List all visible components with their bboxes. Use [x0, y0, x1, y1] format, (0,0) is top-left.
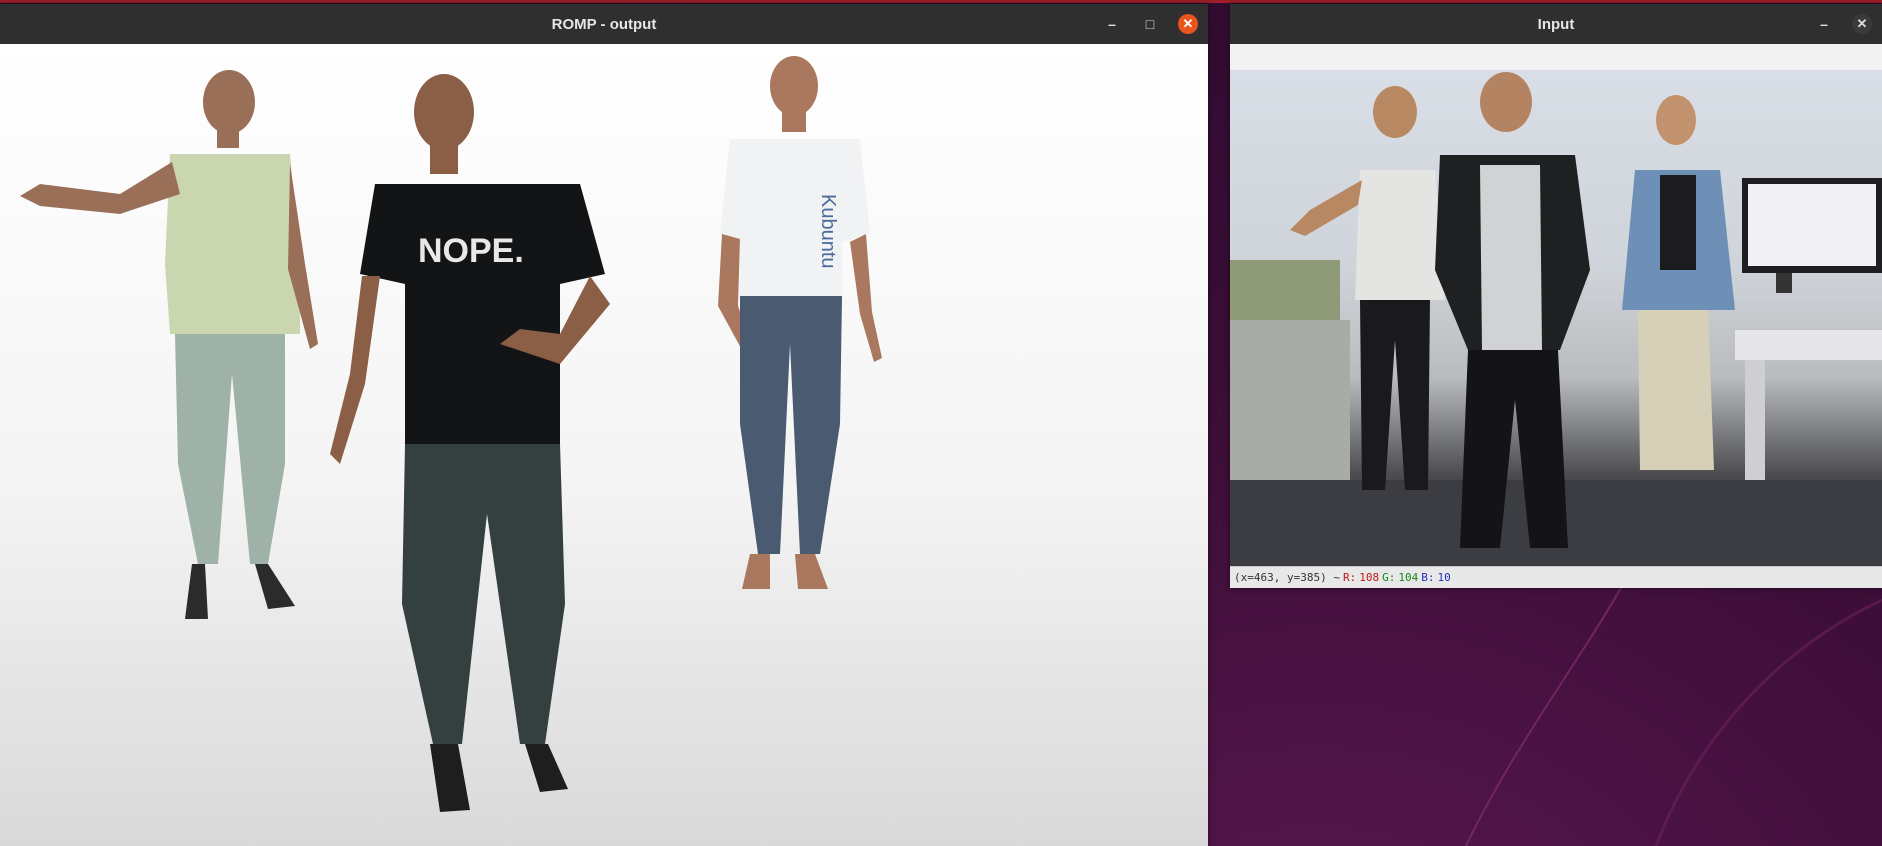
close-icon[interactable]: ✕: [1852, 14, 1872, 34]
close-icon[interactable]: ✕: [1178, 14, 1198, 34]
cursor-coords: (x=463, y=385) ~: [1234, 571, 1340, 584]
human-mesh-3: Kubuntu: [718, 56, 882, 589]
input-titlebar[interactable]: Input – ✕: [1230, 4, 1882, 44]
g-value: 104: [1398, 571, 1419, 584]
render-canvas[interactable]: NOPE. Kubuntu: [0, 44, 1208, 846]
human-mesh-1: [20, 70, 318, 619]
output-window: ROMP - output – □ ✕ NOPE. Kubuntu: [0, 4, 1208, 846]
b-value: 10: [1437, 571, 1451, 584]
minimize-icon[interactable]: –: [1102, 14, 1122, 34]
camera-image: [1230, 72, 1882, 566]
g-label: G:: [1382, 571, 1396, 584]
b-label: B:: [1421, 571, 1435, 584]
person-center: [1435, 72, 1590, 548]
human-mesh-2: NOPE.: [330, 74, 610, 812]
input-window: Input – ✕ (x=463, y=385) ~ R: 108 G: 104…: [1230, 4, 1882, 588]
mesh-render: NOPE. Kubuntu: [20, 56, 882, 812]
mesh-shirt-text: NOPE.: [418, 232, 524, 270]
r-value: 108: [1359, 571, 1380, 584]
minimize-icon[interactable]: –: [1814, 14, 1834, 34]
pixel-info-statusbar: (x=463, y=385) ~ R: 108 G: 104 B: 10: [1230, 566, 1882, 588]
r-label: R:: [1342, 571, 1357, 584]
output-window-title: ROMP - output: [551, 15, 657, 33]
person-right: [1622, 95, 1735, 470]
camera-feed[interactable]: [1230, 70, 1882, 566]
mesh-shirt-text-2: Kubuntu: [817, 194, 839, 269]
input-window-title: Input: [1537, 15, 1575, 33]
maximize-icon[interactable]: □: [1140, 14, 1160, 34]
output-titlebar[interactable]: ROMP - output – □ ✕: [0, 4, 1208, 44]
